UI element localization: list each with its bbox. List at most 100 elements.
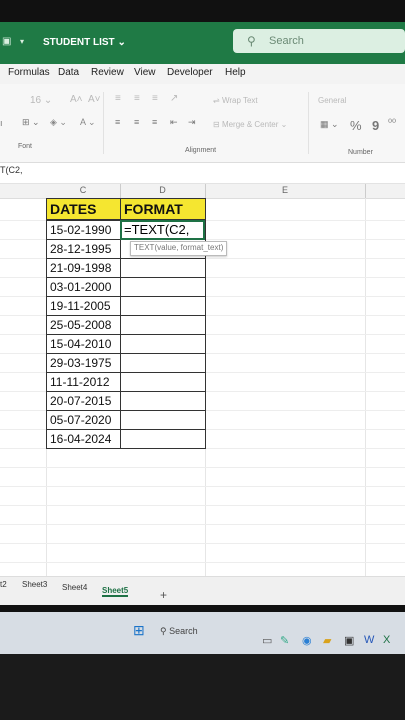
increase-font-icon[interactable]: A˄: [70, 94, 83, 105]
edge-browser-icon[interactable]: ◉: [302, 634, 312, 647]
merge-center-label: Merge & Center: [221, 120, 279, 129]
file-explorer-icon[interactable]: ▰: [323, 634, 331, 647]
column-header-c[interactable]: C: [46, 185, 120, 195]
format-cell[interactable]: [120, 353, 206, 373]
date-cell[interactable]: 29-03-1975: [46, 353, 121, 373]
sheet-tabs-bar: [0, 576, 405, 605]
ribbon-separator: [308, 92, 309, 154]
save-icon[interactable]: ▣: [2, 36, 11, 47]
accounting-format-icon[interactable]: ▦ ⌄: [320, 119, 339, 130]
gridline-horizontal: [0, 562, 405, 563]
format-cell[interactable]: [120, 296, 206, 316]
gridline-horizontal: [0, 467, 405, 468]
menu-developer[interactable]: Developer: [167, 67, 213, 78]
date-cell[interactable]: 20-07-2015: [46, 391, 121, 411]
search-icon: ⚲: [247, 34, 256, 48]
quick-access-chevron-icon[interactable]: ▾: [20, 37, 24, 46]
laptop-bezel: [0, 654, 405, 720]
increase-indent-icon[interactable]: ⇥: [188, 117, 196, 128]
header-cell-dates[interactable]: DATES: [46, 198, 121, 220]
italic-icon[interactable]: ı: [0, 118, 3, 128]
wrap-text-button[interactable]: ⇌ Wrap Text: [213, 96, 258, 105]
font-color-icon[interactable]: A ⌄: [80, 117, 96, 128]
number-group-label: Number: [348, 149, 373, 156]
date-cell[interactable]: 19-11-2005: [46, 296, 121, 316]
search-box[interactable]: ⚲ Search: [233, 29, 405, 53]
column-header-d[interactable]: D: [120, 185, 205, 195]
gridline-horizontal: [0, 543, 405, 544]
sheet-tab-3[interactable]: Sheet3: [22, 580, 47, 589]
store-icon[interactable]: ▣: [344, 634, 354, 647]
gridline-horizontal: [0, 524, 405, 525]
add-sheet-icon[interactable]: +: [160, 588, 167, 602]
orientation-icon[interactable]: ↗: [170, 93, 178, 104]
taskbar: [0, 612, 405, 654]
taskview-icon[interactable]: ▭: [262, 634, 272, 647]
date-cell[interactable]: 11-11-2012: [46, 372, 121, 392]
taskbar-search[interactable]: ⚲ Search: [160, 626, 198, 637]
menu-data[interactable]: Data: [58, 67, 79, 78]
align-left-icon[interactable]: ≡: [115, 117, 120, 127]
percent-style-button[interactable]: %: [350, 118, 362, 133]
column-header-e[interactable]: E: [205, 185, 365, 195]
widgets-icon[interactable]: ✎: [280, 634, 289, 647]
sheet-tab-5-active[interactable]: Sheet5: [102, 586, 129, 597]
formula-text[interactable]: T(C2,: [0, 165, 23, 175]
format-cell[interactable]: [120, 410, 206, 430]
document-title[interactable]: STUDENT LIST ⌄: [43, 37, 126, 48]
comma-style-button[interactable]: 9: [372, 118, 379, 133]
menu-formulas[interactable]: Formulas: [8, 67, 50, 78]
active-cell-d2[interactable]: =TEXT(C2,: [120, 220, 205, 240]
increase-decimal-icon[interactable]: ⁰⁰: [388, 118, 396, 129]
windows-start-icon[interactable]: ⊞: [133, 622, 145, 639]
column-divider: [365, 184, 366, 198]
decrease-indent-icon[interactable]: ⇤: [170, 117, 178, 128]
formula-bar[interactable]: [0, 163, 405, 184]
font-group-label: Font: [18, 143, 33, 150]
wrap-text-label: Wrap Text: [221, 96, 258, 105]
font-size-select[interactable]: 16 ⌄: [30, 95, 52, 106]
menu-view[interactable]: View: [134, 67, 156, 78]
font-size-value: 16: [30, 95, 42, 106]
date-cell[interactable]: 28-12-1995: [46, 239, 121, 259]
document-title-text: STUDENT LIST: [43, 37, 115, 48]
word-icon[interactable]: W: [364, 634, 374, 646]
date-cell[interactable]: 21-09-1998: [46, 258, 121, 278]
search-placeholder: Search: [269, 35, 304, 47]
date-cell[interactable]: 15-04-2010: [46, 334, 121, 354]
date-cell[interactable]: 03-01-2000: [46, 277, 121, 297]
date-cell[interactable]: 05-07-2020: [46, 410, 121, 430]
ribbon-separator: [103, 92, 104, 154]
align-right-icon[interactable]: ≡: [152, 117, 157, 127]
align-center-icon[interactable]: ≡: [134, 117, 139, 127]
excel-icon[interactable]: X: [383, 634, 390, 646]
format-cell[interactable]: [120, 258, 206, 278]
format-cell[interactable]: [120, 277, 206, 297]
align-middle-icon[interactable]: ≡: [134, 93, 140, 104]
sheet-tab-4[interactable]: Sheet4: [62, 583, 87, 592]
fill-color-icon[interactable]: ◈ ⌄: [50, 117, 67, 128]
search-icon: ⚲: [160, 626, 167, 636]
header-cell-format[interactable]: FORMAT: [120, 198, 206, 220]
chevron-down-icon: ⌄: [117, 37, 126, 48]
date-cell[interactable]: 15-02-1990: [46, 220, 121, 240]
menu-review[interactable]: Review: [91, 67, 124, 78]
format-cell[interactable]: [120, 372, 206, 392]
format-cell[interactable]: [120, 334, 206, 354]
align-top-icon[interactable]: ≡: [115, 93, 121, 104]
date-cell[interactable]: 16-04-2024: [46, 429, 121, 449]
merge-center-button[interactable]: ⊟ Merge & Center ⌄: [213, 120, 287, 129]
column-divider: [120, 184, 121, 198]
menu-help[interactable]: Help: [225, 67, 246, 78]
borders-icon[interactable]: ⊞ ⌄: [22, 117, 40, 128]
decrease-font-icon[interactable]: A˅: [88, 94, 101, 105]
date-cell[interactable]: 25-05-2008: [46, 315, 121, 335]
sheet-tab-2[interactable]: t2: [0, 580, 7, 589]
format-cell[interactable]: [120, 391, 206, 411]
number-format-select[interactable]: General: [318, 96, 346, 105]
function-tooltip: TEXT(value, format_text): [130, 241, 228, 256]
format-cell[interactable]: [120, 429, 206, 449]
column-divider: [205, 184, 206, 198]
format-cell[interactable]: [120, 315, 206, 335]
align-bottom-icon[interactable]: ≡: [152, 93, 158, 104]
